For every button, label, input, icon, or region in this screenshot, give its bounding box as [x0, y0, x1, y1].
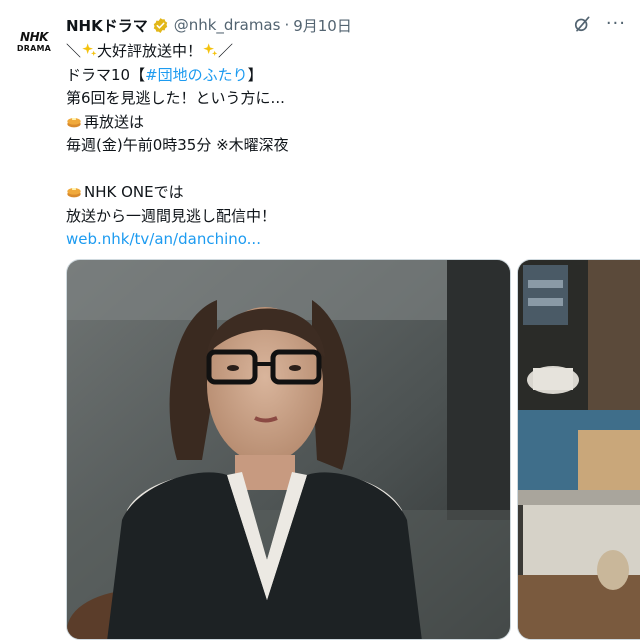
- sparkles-icon: [203, 43, 218, 56]
- external-link[interactable]: web.nhk/tv/an/danchino...: [66, 230, 261, 248]
- tweet-header: NHKドラマ @nhk_dramas · 9月10日: [66, 12, 352, 38]
- tweet-top-actions: ···: [572, 14, 626, 34]
- text-line-4: 再放送は: [66, 111, 289, 135]
- pancake-icon: [67, 117, 81, 127]
- more-icon[interactable]: ···: [606, 14, 626, 34]
- drama-still-kitchen: [518, 260, 640, 639]
- line1-text: 大好評放送中！: [97, 42, 203, 60]
- tweet-date[interactable]: 9月10日: [293, 15, 352, 36]
- media-photo-1[interactable]: [66, 259, 511, 640]
- account-avatar[interactable]: NHK DRAMA: [10, 18, 58, 66]
- media-photo-2[interactable]: [517, 259, 640, 640]
- avatar-logo-line1: NHK: [20, 29, 48, 44]
- text-line-6: NHK ONEでは: [66, 181, 289, 205]
- text-line-3: 第6回を見逃した！という方に...: [66, 89, 285, 107]
- sparkles-icon: [82, 43, 97, 56]
- tweet-text: ＼ 大好評放送中！ ／ ドラマ10【#団地のふたり】 第6回を見逃した！という方に.…: [66, 40, 289, 252]
- avatar-logo-line2: DRAMA: [16, 43, 52, 53]
- line6-text: NHK ONEでは: [84, 183, 184, 201]
- display-name[interactable]: NHKドラマ: [66, 15, 148, 36]
- text-line-5: 毎週(金)午前0時35分 ※木曜深夜: [66, 136, 289, 154]
- line1-prefix: ＼: [66, 42, 82, 60]
- pancake-icon: [67, 188, 81, 198]
- text-line-1: ＼ 大好評放送中！ ／: [66, 40, 289, 64]
- verified-badge-icon[interactable]: [152, 17, 169, 34]
- tweet-media: [66, 259, 640, 640]
- separator-dot: ·: [284, 16, 290, 34]
- drama-still-woman-with-glasses: [67, 260, 510, 639]
- line2-suffix: 】: [247, 65, 263, 84]
- text-line-2: ドラマ10【#団地のふたり】: [66, 64, 289, 88]
- account-handle[interactable]: @nhk_dramas: [174, 16, 281, 34]
- hashtag-link[interactable]: #団地のふたり: [145, 66, 248, 84]
- text-line-8: web.nhk/tv/an/danchino...: [66, 228, 289, 252]
- text-line-7: 放送から一週間見逃し配信中！: [66, 206, 277, 225]
- line4-text: 再放送は: [84, 112, 145, 131]
- grok-icon[interactable]: [572, 14, 592, 34]
- line2-prefix: ドラマ10【: [66, 65, 146, 84]
- line1-suffix: ／: [218, 42, 234, 60]
